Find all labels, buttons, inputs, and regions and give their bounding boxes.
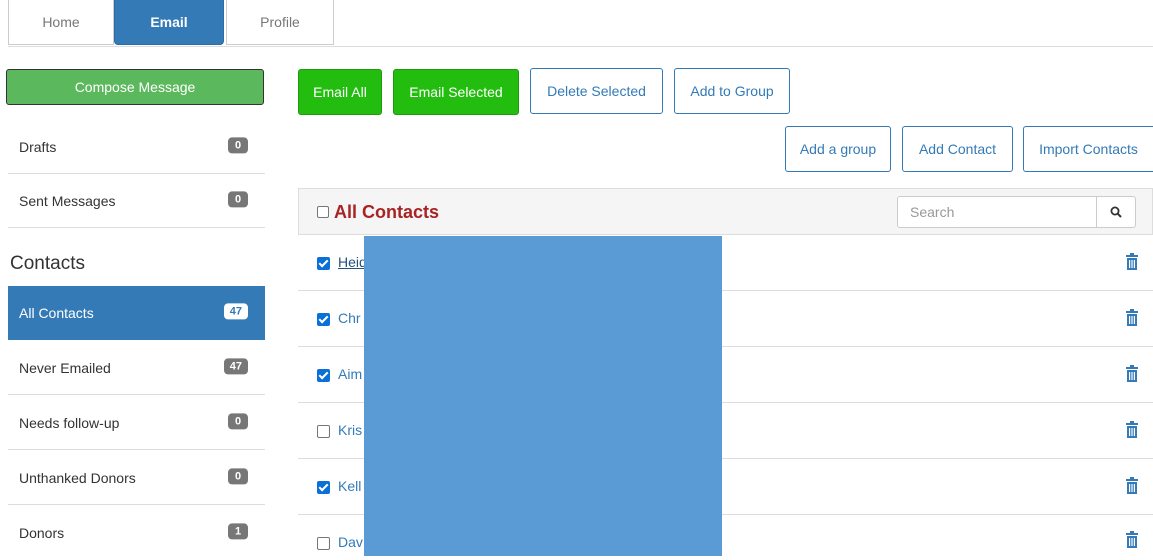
top-tabs: Home Email Profile — [8, 0, 1153, 47]
add-to-group-button[interactable]: Add to Group — [674, 68, 790, 114]
search-input[interactable]: Search — [897, 196, 1097, 228]
sidebar-item-label: Donors — [19, 525, 65, 541]
import-contacts-button[interactable]: Import Contacts — [1023, 126, 1153, 172]
contacts-panel-header: All Contacts Search — [298, 188, 1153, 235]
trash-icon[interactable] — [1125, 531, 1139, 549]
contact-name-link[interactable]: Kris — [338, 422, 362, 438]
sidebar-item-label: Sent Messages — [19, 192, 116, 209]
count-badge: 47 — [223, 357, 248, 374]
sidebar-item-label: Unthanked Donors — [19, 469, 136, 486]
contacts-heading: Contacts — [10, 253, 85, 274]
row-checkbox[interactable] — [317, 425, 330, 438]
trash-icon[interactable] — [1125, 477, 1139, 495]
sidebar-item-all-contacts[interactable]: All Contacts 47 — [8, 286, 265, 340]
contact-name-link[interactable]: Chr — [338, 310, 361, 326]
sidebar-item-label: Drafts — [19, 138, 57, 155]
sidebar-item-sent-messages[interactable]: Sent Messages 0 — [8, 174, 265, 228]
trash-icon[interactable] — [1125, 365, 1139, 383]
sidebar-item-drafts[interactable]: Drafts 0 — [8, 120, 265, 174]
email-selected-button[interactable]: Email Selected — [393, 69, 519, 115]
contact-name-link[interactable]: Dav — [338, 534, 363, 550]
tab-home[interactable]: Home — [8, 0, 114, 45]
search-icon — [1110, 206, 1122, 218]
sidebar-item-needs-follow-up[interactable]: Needs follow-up 0 — [8, 396, 265, 450]
add-contact-button[interactable]: Add Contact — [902, 126, 1013, 172]
count-badge: 0 — [228, 467, 248, 484]
trash-icon[interactable] — [1125, 421, 1139, 439]
contact-name-link[interactable]: Aim — [338, 366, 362, 382]
row-checkbox[interactable] — [317, 257, 330, 270]
panel-title: All Contacts — [334, 202, 440, 222]
tab-email[interactable]: Email — [114, 0, 224, 45]
contact-name-link[interactable]: Heid — [338, 254, 367, 270]
email-all-button[interactable]: Email All — [298, 69, 382, 115]
trash-icon[interactable] — [1125, 309, 1139, 327]
contact-name-link[interactable]: Kell — [338, 478, 361, 494]
sidebar-item-label: Needs follow-up — [19, 414, 120, 431]
delete-selected-button[interactable]: Delete Selected — [530, 68, 663, 114]
compose-message-button[interactable]: Compose Message — [6, 69, 264, 105]
count-badge: 0 — [228, 190, 248, 207]
select-all-checkbox[interactable] — [317, 206, 329, 218]
sidebar-item-label: Never Emailed — [19, 359, 111, 376]
add-group-button[interactable]: Add a group — [785, 126, 891, 172]
count-badge: 0 — [228, 412, 248, 429]
search-button[interactable] — [1096, 196, 1136, 228]
row-checkbox[interactable] — [317, 369, 330, 382]
row-checkbox[interactable] — [317, 481, 330, 494]
sidebar-item-label: All Contacts — [19, 305, 94, 321]
row-checkbox[interactable] — [317, 313, 330, 326]
row-checkbox[interactable] — [317, 537, 330, 550]
tab-profile[interactable]: Profile — [226, 0, 334, 45]
count-badge: 0 — [228, 136, 248, 153]
sidebar-item-donors[interactable]: Donors 1 — [8, 506, 265, 560]
redaction-overlay — [364, 236, 722, 556]
count-badge: 1 — [228, 523, 248, 540]
count-badge: 47 — [223, 303, 248, 320]
sidebar-item-unthanked-donors[interactable]: Unthanked Donors 0 — [8, 451, 265, 505]
trash-icon[interactable] — [1125, 253, 1139, 271]
sidebar-item-never-emailed[interactable]: Never Emailed 47 — [8, 341, 265, 395]
